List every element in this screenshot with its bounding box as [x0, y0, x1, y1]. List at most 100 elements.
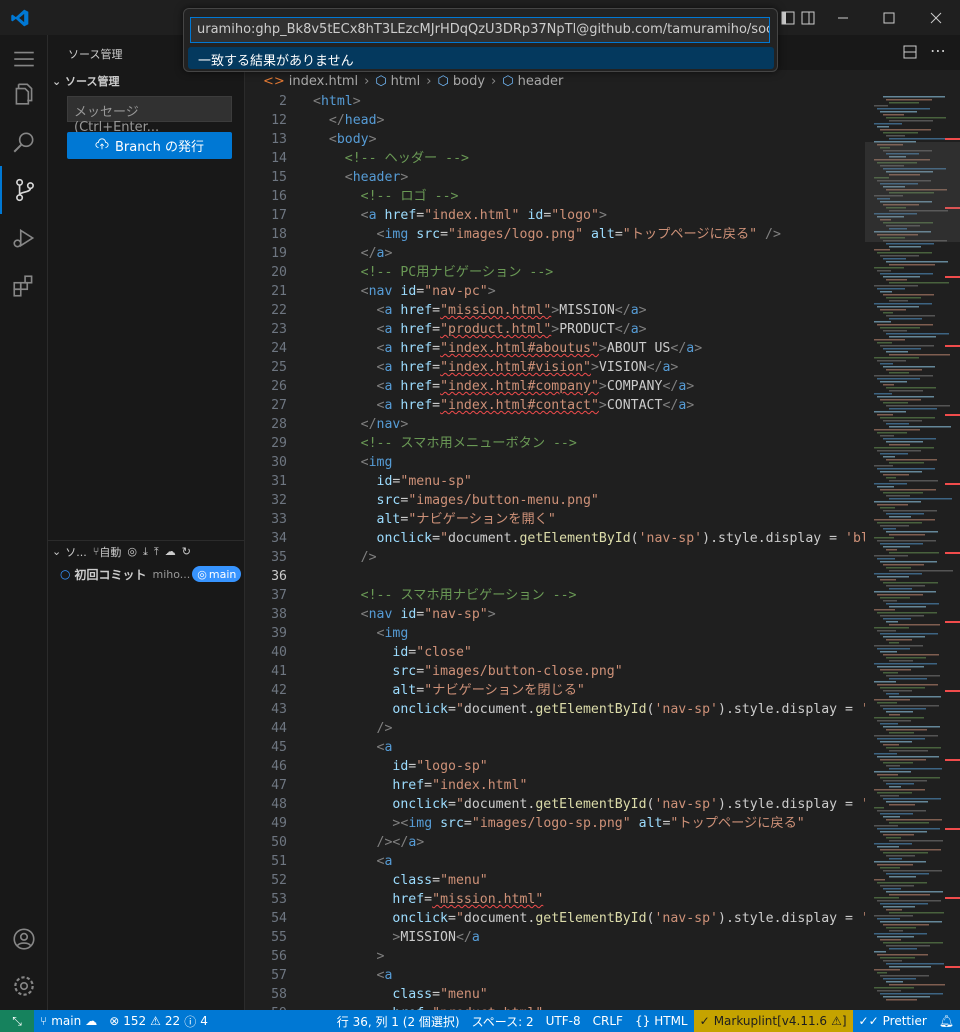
code-line[interactable]: 28 </nav>	[245, 415, 865, 434]
graph-section-header[interactable]: ⌄ ソ... ⑂ 自動 ◎ ⤓ ⤒ ☁ ↻	[48, 540, 245, 562]
code-line[interactable]: 30 <img	[245, 453, 865, 472]
commit-message-input[interactable]: メッセージ (Ctrl+Enter...	[67, 96, 232, 135]
source-control-icon[interactable]	[0, 166, 48, 214]
code-line[interactable]: 2 <html>	[245, 92, 865, 111]
search-icon[interactable]	[0, 118, 48, 166]
code-line[interactable]: 22 <a href="mission.html">MISSION</a>	[245, 301, 865, 320]
code-line[interactable]: 19 </a>	[245, 244, 865, 263]
code-line[interactable]: 16 <!-- ロゴ -->	[245, 187, 865, 206]
line-text: class="menu"	[392, 873, 488, 888]
code-line[interactable]: 47 href="index.html"	[245, 776, 865, 795]
remote-indicator[interactable]: ⤡	[0, 1010, 34, 1032]
breadcrumb-item[interactable]: html	[391, 74, 421, 89]
code-line[interactable]: 15 <header>	[245, 168, 865, 187]
line-text: class="menu"	[392, 987, 488, 1002]
code-line[interactable]: 29 <!-- スマホ用メニューボタン -->	[245, 434, 865, 453]
code-line[interactable]: 45 <a	[245, 738, 865, 757]
cursor-position[interactable]: 行 36, 列 1 (2 個選択)	[331, 1010, 466, 1032]
code-line[interactable]: 27 <a href="index.html#contact">CONTACT<…	[245, 396, 865, 415]
code-line[interactable]: 49 ><img src="images/logo-sp.png" alt="ト…	[245, 814, 865, 833]
code-line[interactable]: 33 alt="ナビゲーションを開く"	[245, 510, 865, 529]
code-line[interactable]: 51 <a	[245, 852, 865, 871]
breadcrumb-item[interactable]: body	[453, 74, 485, 89]
maximize-icon[interactable]	[866, 0, 912, 35]
line-number: 31	[271, 474, 287, 489]
code-line[interactable]: 56 >	[245, 947, 865, 966]
manage-gear-icon[interactable]	[0, 962, 48, 1010]
minimap[interactable]	[865, 92, 960, 1010]
code-line[interactable]: 46 id="logo-sp"	[245, 757, 865, 776]
code-line[interactable]: 58 class="menu"	[245, 985, 865, 1004]
prettier-status[interactable]: ✓✓ Prettier	[853, 1010, 933, 1032]
code-line[interactable]: 24 <a href="index.html#aboutus">ABOUT US…	[245, 339, 865, 358]
account-icon[interactable]	[0, 915, 48, 963]
indentation[interactable]: スペース: 2	[466, 1010, 540, 1032]
line-number: 40	[271, 645, 287, 660]
commit-row[interactable]: ○ 初回コミット miho... ◎ main	[48, 563, 245, 585]
section-header[interactable]: ⌄ ソース管理	[52, 73, 120, 89]
code-line[interactable]: 42 alt="ナビゲーションを閉じる"	[245, 681, 865, 700]
code-line[interactable]: 35 />	[245, 548, 865, 567]
code-line[interactable]: 53 href="mission.html"	[245, 890, 865, 909]
code-line[interactable]: 17 <a href="index.html" id="logo">	[245, 206, 865, 225]
publish-branch-button[interactable]: Branch の発行	[67, 132, 232, 159]
code-line[interactable]: 36	[245, 567, 865, 586]
branch-indicator[interactable]: ⑂ main ☁	[34, 1010, 103, 1032]
code-line[interactable]: 57 <a	[245, 966, 865, 985]
code-line[interactable]: 26 <a href="index.html#company">COMPANY<…	[245, 377, 865, 396]
code-line[interactable]: 43 onclick="document.getElementById('nav…	[245, 700, 865, 719]
code-line[interactable]: 20 <!-- PC用ナビゲーション -->	[245, 263, 865, 282]
code-line[interactable]: 55 >MISSION</a	[245, 928, 865, 947]
code-line[interactable]: 41 src="images/button-close.png"	[245, 662, 865, 681]
extensions-icon[interactable]	[0, 262, 48, 310]
code-line[interactable]: 38 <nav id="nav-sp">	[245, 605, 865, 624]
code-line[interactable]: 31 id="menu-sp"	[245, 472, 865, 491]
split-editor-icon[interactable]	[902, 44, 918, 64]
markuplint-status[interactable]: ✓ Markuplint[v4.11.6 ⚠]	[693, 1010, 853, 1032]
code-line[interactable]: 40 id="close"	[245, 643, 865, 662]
code-line[interactable]: 14 <!-- ヘッダー -->	[245, 149, 865, 168]
push-icon[interactable]: ☁	[165, 545, 176, 558]
problems-indicator[interactable]: ⊗ 152 ⚠ 22 ⓘ 4	[103, 1010, 214, 1032]
code-line[interactable]: 50 /></a>	[245, 833, 865, 852]
code-line[interactable]: 23 <a href="product.html">PRODUCT</a>	[245, 320, 865, 339]
code-line[interactable]: 37 <!-- スマホ用ナビゲーション -->	[245, 586, 865, 605]
fetch-icon[interactable]: ⤓	[143, 545, 148, 559]
more-actions-icon[interactable]: ⋯	[930, 41, 946, 60]
warning-icon: ⚠	[150, 1014, 161, 1028]
pull-icon[interactable]: ⤒	[154, 545, 159, 559]
notifications-icon[interactable]: 🔔︎	[933, 1010, 960, 1032]
code-line[interactable]: 44 />	[245, 719, 865, 738]
explorer-icon[interactable]	[0, 70, 48, 118]
toggle-secondary-sidebar-icon[interactable]	[796, 0, 820, 35]
code-line[interactable]: 32 src="images/button-menu.png"	[245, 491, 865, 510]
target-icon[interactable]: ◎	[127, 545, 137, 558]
encoding[interactable]: UTF-8	[540, 1010, 587, 1032]
run-debug-icon[interactable]	[0, 214, 48, 262]
code-line[interactable]: 34 onclick="document.getElementById('nav…	[245, 529, 865, 548]
code-line[interactable]: 13 <body>	[245, 130, 865, 149]
refresh-icon[interactable]: ↻	[182, 545, 191, 558]
code-line[interactable]: 52 class="menu"	[245, 871, 865, 890]
code-editor[interactable]: 2 <html> 12 </head> 13 <body> 14 <!-- ヘッダー -…	[245, 92, 865, 1010]
line-number: 18	[271, 227, 287, 242]
code-line[interactable]: 54 onclick="document.getElementById('nav…	[245, 909, 865, 928]
breadcrumb-item[interactable]: index.html	[289, 74, 358, 89]
no-results-item[interactable]: 一致する結果がありません	[188, 47, 774, 69]
line-text: </nav>	[360, 417, 409, 432]
breadcrumb-item[interactable]: header	[518, 74, 564, 89]
error-icon: ⊗	[109, 1014, 120, 1028]
code-line[interactable]: 12 </head>	[245, 111, 865, 130]
close-icon[interactable]	[912, 0, 960, 35]
code-line[interactable]: 21 <nav id="nav-pc">	[245, 282, 865, 301]
language-mode[interactable]: {} HTML	[629, 1010, 694, 1032]
minimize-icon[interactable]	[820, 0, 866, 35]
code-line[interactable]: 18 <img src="images/logo.png" alt="トップペー…	[245, 225, 865, 244]
end-of-line[interactable]: CRLF	[587, 1010, 629, 1032]
code-line[interactable]: 25 <a href="index.html#vision">VISION</a…	[245, 358, 865, 377]
code-line[interactable]: 39 <img	[245, 624, 865, 643]
quick-input-field[interactable]: uramiho:ghp_Bk8v5tECx8hT3LEzcMJrHDqQzU3D…	[190, 17, 770, 43]
minimap-viewport[interactable]	[865, 142, 960, 242]
line-text: <a href="index.html" id="logo">	[360, 208, 607, 223]
code-line[interactable]: 48 onclick="document.getElementById('nav…	[245, 795, 865, 814]
